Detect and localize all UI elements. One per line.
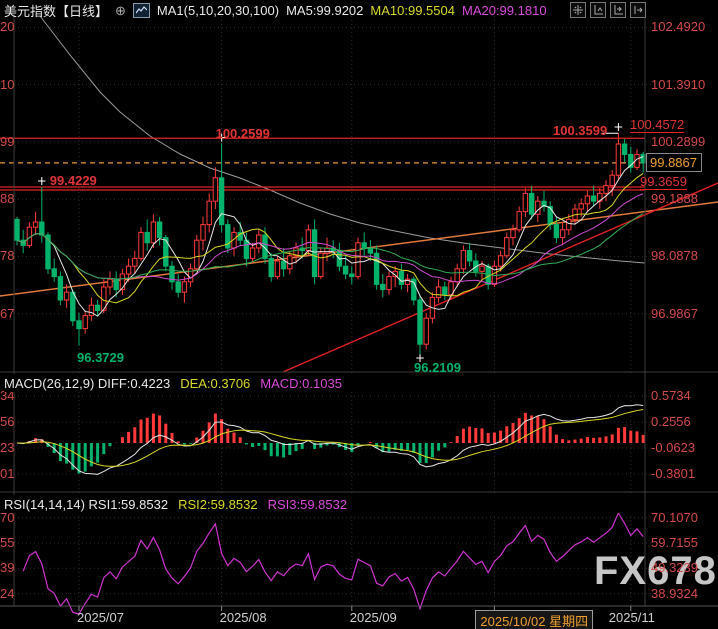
date-axis-label: 2025/10/02 星期四: [475, 610, 594, 629]
chart-application: + + + + 美元指数【日线】 ⊕ MA1(5,10,20,30,100) MA5:…: [0, 0, 718, 629]
move-chart-icon[interactable]: [570, 2, 586, 18]
price-axis-label: 102.4920: [651, 19, 706, 35]
price-chart-canvas[interactable]: ++++: [0, 0, 718, 629]
price-axis-label-left: 67: [0, 305, 14, 321]
date-axis-label: 2025/11: [608, 610, 655, 625]
pan-to-latest-icon[interactable]: [630, 2, 646, 18]
rsi-axis-label: 49.3239: [651, 560, 698, 576]
rsi-axis-label-left: 39: [0, 560, 14, 576]
high-price-tag: 100.4572: [630, 117, 685, 134]
date-axis-label: 2025/07: [77, 610, 124, 625]
price-axis-label: 99.1888: [651, 191, 698, 207]
price-axis-label-left: 78: [0, 248, 14, 264]
macd-header: MACD(26,12,9) DIFF:0.4223 DEA:0.3706 MAC…: [4, 374, 644, 392]
macd-macd-value: MACD:0.1035: [260, 375, 342, 391]
annotation-september-low: 96.2109: [414, 360, 461, 376]
horizontal-line-price-tag: 99.3659: [640, 173, 687, 190]
svg-text:+: +: [613, 120, 623, 134]
rsi-axis-label: 59.7155: [651, 535, 698, 550]
macd-axis-label-left: 01: [0, 466, 14, 482]
macd-diff-value: MACD(26,12,9) DIFF:0.4223: [4, 375, 171, 391]
ma5-value: MA5:99.9202: [286, 3, 364, 18]
rsi-axis-label-left: 24: [0, 585, 14, 601]
macd-axis-label: -0.3801: [651, 466, 696, 482]
price-axis-label-left: 99: [0, 133, 14, 149]
macd-axis-label-left: 56: [0, 414, 14, 430]
annotation-june-high: 99.4229: [49, 173, 97, 188]
rsi3-value: RSI3:59.8532: [267, 496, 348, 512]
price-axis-label: 96.9867: [651, 305, 698, 321]
scale-right-axis-icon[interactable]: [610, 2, 626, 18]
rsi1-value: RSI(14,14,14) RSI1:59.8532: [4, 496, 169, 512]
scale-up-axis-icon[interactable]: [590, 2, 606, 18]
chart-type-icon[interactable]: [132, 3, 150, 18]
rsi-axis-label: 70.1070: [651, 509, 698, 525]
rsi-axis-label-left: 55: [0, 535, 14, 550]
macd-dea-value: DEA:0.3706: [180, 375, 251, 391]
current-price-tag: 99.8867: [646, 152, 702, 172]
chart-titlebar: 美元指数【日线】 ⊕ MA1(5,10,20,30,100) MA5:99.92…: [4, 1, 547, 20]
resistance-line-label: 100.3599: [553, 123, 608, 139]
macd-axis-label: -0.0623: [651, 440, 696, 456]
macd-axis-label: 0.2556: [651, 414, 691, 430]
annotation-august-high: 100.2599: [215, 126, 270, 142]
price-axis-label: 98.0878: [651, 248, 698, 264]
date-axis-label: 2025/09: [349, 610, 397, 625]
rsi-header: RSI(14,14,14) RSI1:59.8532 RSI2:59.8532 …: [4, 495, 644, 513]
annotation-july-low: 96.3729: [77, 349, 124, 365]
price-axis-label-left: 88: [0, 191, 14, 207]
price-axis-label: 100.2899: [651, 133, 706, 149]
svg-text:+: +: [37, 174, 47, 188]
price-axis-label: 101.3910: [651, 76, 706, 92]
date-axis-label: 2025/08: [219, 610, 267, 625]
add-indicator-icon[interactable]: ⊕: [115, 3, 126, 19]
chart-toolbar: [570, 2, 646, 18]
rsi2-value: RSI2:59.8532: [178, 496, 258, 512]
ma-settings-label: MA1(5,10,20,30,100): [156, 3, 280, 18]
macd-axis-label: 0.5734: [651, 388, 691, 404]
ma10-value: MA10:99.5504: [370, 3, 455, 18]
rsi-axis-label: 38.9324: [651, 585, 698, 601]
instrument-title: 美元指数【日线】: [4, 4, 109, 19]
macd-axis-label-left: 23: [0, 440, 14, 456]
ma20-value: MA20:99.1810: [461, 3, 547, 18]
price-axis-label-left: 20: [0, 19, 14, 35]
price-axis-label-left: 10: [0, 76, 14, 92]
